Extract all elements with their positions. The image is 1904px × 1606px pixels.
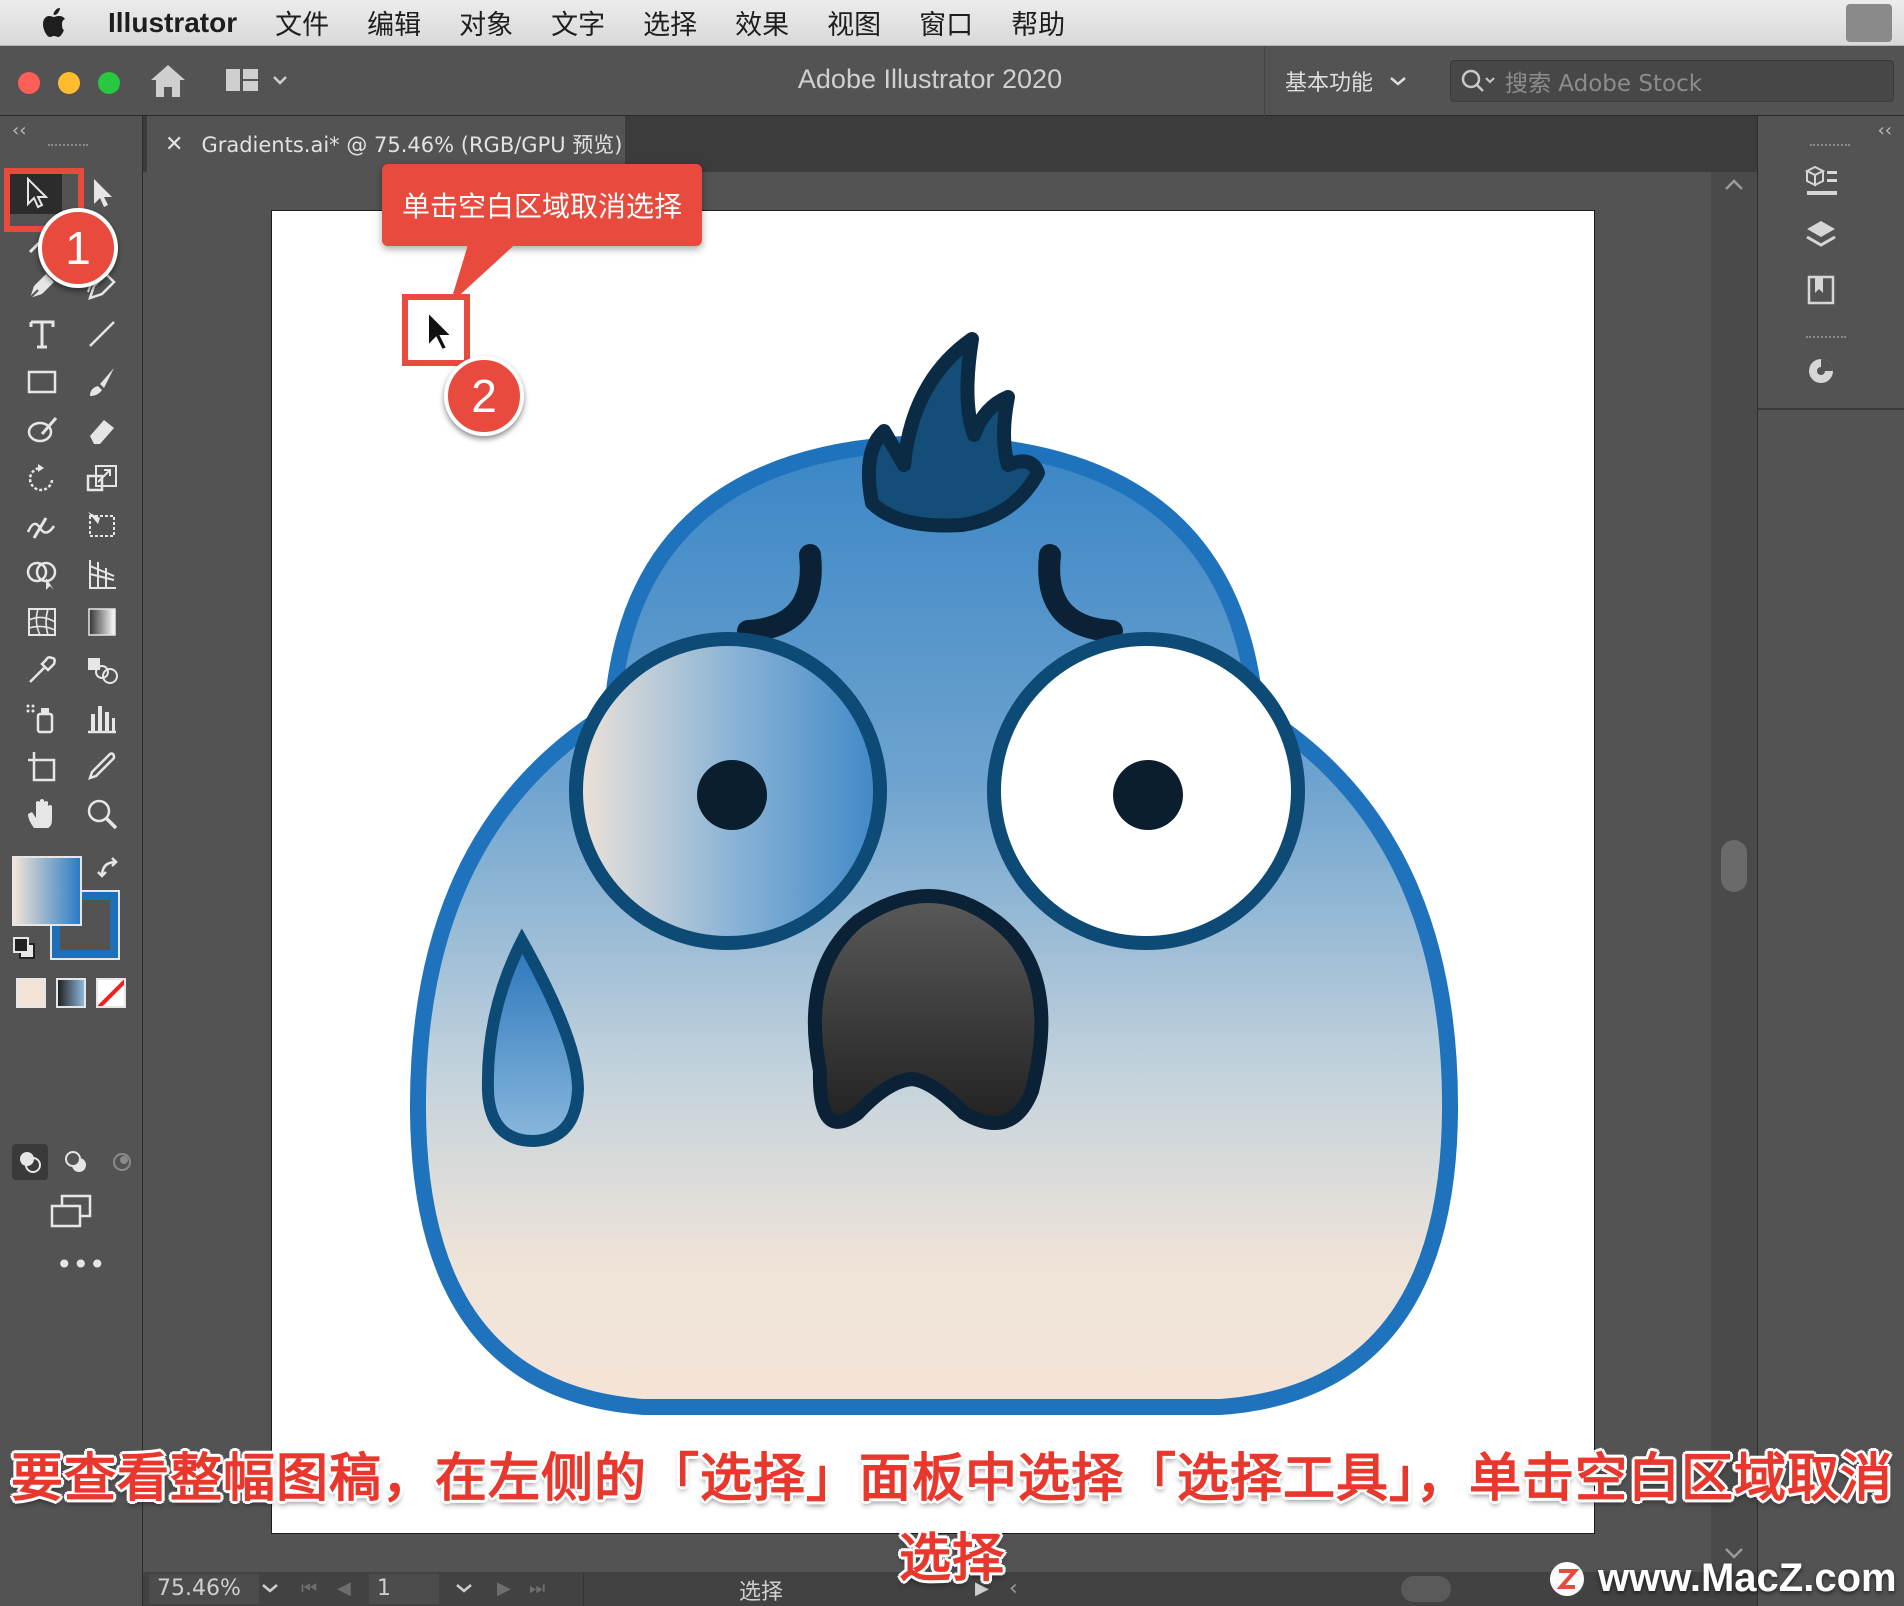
menu-help[interactable]: 帮助 xyxy=(1011,3,1065,42)
rectangle-tool-icon[interactable] xyxy=(16,360,68,404)
step-1-marker: 1 xyxy=(38,208,118,288)
menu-select[interactable]: 选择 xyxy=(643,3,697,42)
left-pupil xyxy=(697,760,767,830)
gradient-mode-button[interactable] xyxy=(56,978,86,1008)
menu-view[interactable]: 视图 xyxy=(827,3,881,42)
screen-mode-icon[interactable] xyxy=(48,1194,94,1232)
shaper-tool-icon[interactable] xyxy=(16,408,68,452)
none-mode-button[interactable] xyxy=(96,978,126,1008)
menu-window[interactable]: 窗口 xyxy=(919,3,973,42)
paintbrush-tool-icon[interactable] xyxy=(76,360,128,404)
scale-tool-icon[interactable] xyxy=(76,456,128,500)
draw-behind-icon[interactable] xyxy=(58,1144,94,1180)
slice-tool-icon[interactable] xyxy=(76,744,128,788)
bird-crest[interactable] xyxy=(861,332,1045,533)
menu-file[interactable]: 文件 xyxy=(275,3,329,42)
search-icon xyxy=(1461,69,1495,92)
collapse-panel-icon[interactable]: ‹‹ xyxy=(12,120,26,141)
draw-modes xyxy=(12,1144,142,1184)
type-tool-icon[interactable] xyxy=(16,312,68,356)
properties-panel-icon[interactable] xyxy=(1798,158,1844,204)
workspace-label: 基本功能 xyxy=(1285,71,1374,96)
menu-object[interactable]: 对象 xyxy=(459,3,513,42)
vertical-scrollbar[interactable] xyxy=(1711,172,1757,1572)
close-tab-icon[interactable]: ✕ xyxy=(165,132,183,157)
menu-type[interactable]: 文字 xyxy=(551,3,605,42)
artboard-tool-icon[interactable] xyxy=(16,744,68,788)
vertical-scroll-thumb[interactable] xyxy=(1721,840,1747,892)
app-bar: Adobe Illustrator 2020 基本功能 搜索 Adobe Sto… xyxy=(0,46,1904,116)
click-point-highlight xyxy=(402,294,470,366)
draw-normal-icon[interactable] xyxy=(12,1144,48,1180)
blend-tool-icon[interactable] xyxy=(76,648,128,692)
macz-logo-icon xyxy=(1550,1561,1584,1596)
menu-effect[interactable]: 效果 xyxy=(735,3,789,42)
callout-bubble: 单击空白区域取消选择 xyxy=(382,164,702,246)
symbol-sprayer-tool-icon[interactable] xyxy=(16,696,68,740)
apple-icon[interactable] xyxy=(0,7,108,38)
gradient-tool-icon[interactable] xyxy=(76,600,128,644)
workspace-switcher[interactable]: 基本功能 xyxy=(1264,46,1407,116)
document-tab-title: Gradients.ai* @ 75.46% (RGB/GPU 预览) xyxy=(201,133,623,157)
color-mode-button[interactable] xyxy=(16,978,46,1008)
step-2-marker: 2 xyxy=(444,356,524,436)
menu-edit[interactable]: 编辑 xyxy=(367,3,421,42)
watermark: www.MacZ.com xyxy=(1548,1556,1897,1601)
menu-bar: Illustrator 文件 编辑 对象 文字 选择 效果 视图 窗口 帮助 xyxy=(0,0,1904,46)
zoom-tool-icon[interactable] xyxy=(76,792,128,836)
column-graph-tool-icon[interactable] xyxy=(76,696,128,740)
chevron-down-icon xyxy=(1390,77,1406,86)
right-pupil xyxy=(1113,760,1183,830)
fill-swatch[interactable] xyxy=(12,856,82,926)
search-placeholder: 搜索 Adobe Stock xyxy=(1505,71,1703,97)
default-fill-stroke-icon[interactable] xyxy=(12,936,38,966)
draw-inside-icon[interactable] xyxy=(104,1144,140,1180)
swap-fill-stroke-icon[interactable] xyxy=(96,854,124,886)
line-tool-icon[interactable] xyxy=(76,312,128,356)
layers-panel-icon[interactable] xyxy=(1798,212,1844,258)
panel-dock: ‹‹ xyxy=(1757,116,1904,1606)
panel-grip[interactable] xyxy=(1810,144,1850,148)
canvas[interactable] xyxy=(143,172,1757,1572)
eraser-tool-icon[interactable] xyxy=(76,408,128,452)
caption-line-1: 要查看整幅图稿，在左侧的「选择」面板中选择「选择工具」，单击空白区域取消 xyxy=(10,1449,1893,1509)
watermark-text: www.MacZ.com xyxy=(1598,1556,1897,1600)
hand-tool-icon[interactable] xyxy=(16,792,68,836)
tools-panel: ‹‹ ••• xyxy=(0,116,143,1606)
warp-tool-icon[interactable] xyxy=(16,504,68,548)
eyedropper-tool-icon[interactable] xyxy=(16,648,68,692)
libraries-panel-icon[interactable] xyxy=(1798,266,1844,312)
bird-mouth[interactable] xyxy=(807,889,1049,1130)
color-themes-panel-icon[interactable] xyxy=(1798,348,1844,394)
panel-grip[interactable] xyxy=(48,144,88,148)
edit-toolbar-icon[interactable]: ••• xyxy=(56,1248,106,1281)
free-transform-tool-icon[interactable] xyxy=(76,504,128,548)
panel-grip[interactable] xyxy=(1806,336,1846,340)
expand-panels-icon[interactable]: ‹‹ xyxy=(1878,120,1892,141)
perspective-grid-tool-icon[interactable] xyxy=(76,552,128,596)
mesh-tool-icon[interactable] xyxy=(16,600,68,644)
arrow-cursor-icon xyxy=(427,310,455,352)
scroll-up-icon[interactable] xyxy=(1723,178,1745,192)
app-menu[interactable]: Illustrator xyxy=(108,7,237,39)
stock-search-field[interactable]: 搜索 Adobe Stock xyxy=(1450,60,1894,102)
panel-divider xyxy=(1758,408,1904,410)
rotate-tool-icon[interactable] xyxy=(16,456,68,500)
shape-builder-tool-icon[interactable] xyxy=(16,552,68,596)
menubar-extra xyxy=(1846,4,1892,42)
